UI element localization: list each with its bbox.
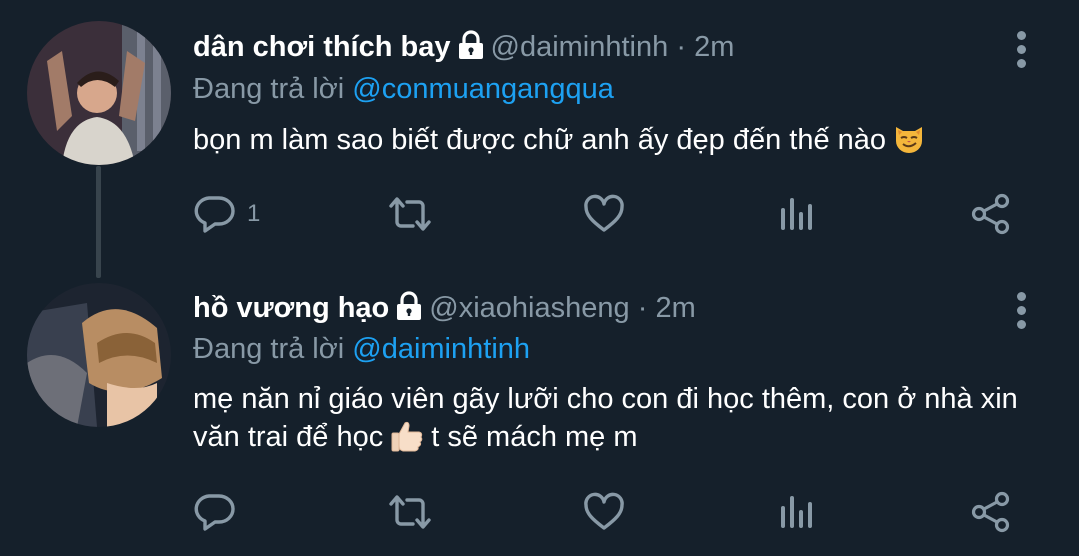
share-icon	[971, 193, 1010, 235]
more-vertical-icon[interactable]	[1012, 289, 1030, 329]
share-button[interactable]	[970, 189, 1012, 239]
tweet-text-part-1: bọn m làm sao biết được chữ anh ấy đẹp đ…	[193, 124, 887, 156]
share-button[interactable]	[970, 487, 1012, 537]
avatar-image	[27, 283, 171, 427]
retweet-icon	[389, 495, 431, 529]
timestamp[interactable]: 2m	[655, 292, 695, 324]
analytics-icon	[781, 198, 812, 230]
timestamp[interactable]: 2m	[694, 31, 734, 63]
tweet-actions	[0, 487, 1079, 537]
replying-to: Đang trả lời @conmuangangqua	[193, 71, 614, 107]
analytics-button[interactable]	[778, 189, 818, 239]
tweet-2[interactable]: hồ vương hạo @xiaohiasheng · 2m Đang trả …	[0, 280, 1079, 556]
lock-icon	[457, 30, 485, 69]
retweet-button[interactable]	[385, 487, 435, 537]
display-name[interactable]: dân chơi thích bay	[193, 31, 451, 63]
tweet-text-part-2: t sẽ mách mẹ m	[431, 421, 638, 453]
reply-button[interactable]	[193, 487, 247, 537]
username[interactable]: @xiaohiasheng	[429, 292, 629, 324]
smirking-cat-face-icon	[892, 121, 926, 165]
reply-icon	[194, 196, 235, 233]
tweet-text: mẹ năn nỉ giáo viên gãy lưỡi cho con đi …	[193, 381, 1033, 464]
display-name[interactable]: hồ vương hạo	[193, 292, 389, 324]
replying-prefix: Đang trả lời	[193, 333, 345, 365]
thumbs-up-icon	[389, 418, 425, 464]
tweet-actions: 1	[0, 189, 1079, 239]
tweet-header: hồ vương hạo @xiaohiasheng · 2m	[193, 290, 696, 330]
replying-prefix: Đang trả lời	[193, 73, 345, 105]
tweet-text: bọn m làm sao biết được chữ anh ấy đẹp đ…	[193, 121, 1033, 165]
separator-dot: ·	[637, 292, 648, 324]
retweet-icon	[389, 197, 431, 231]
reply-button[interactable]: 1	[193, 189, 260, 239]
share-icon	[971, 491, 1010, 533]
separator-dot: ·	[676, 31, 686, 63]
tweet-1[interactable]: dân chơi thích bay @daiminhtinh · 2m Đang…	[0, 0, 1079, 280]
analytics-button[interactable]	[778, 487, 818, 537]
more-vertical-icon[interactable]	[1012, 28, 1030, 68]
analytics-icon	[781, 496, 812, 528]
mention-link[interactable]: @daiminhtinh	[352, 333, 530, 365]
username[interactable]: @daiminhtinh	[491, 31, 669, 63]
lock-icon	[395, 291, 423, 330]
avatar-image	[27, 21, 171, 165]
reply-icon	[194, 494, 235, 531]
avatar[interactable]	[27, 283, 171, 427]
tweet-header: dân chơi thích bay @daiminhtinh · 2m	[193, 29, 734, 69]
heart-icon	[584, 492, 624, 530]
retweet-button[interactable]	[385, 189, 435, 239]
like-button[interactable]	[582, 189, 626, 239]
mention-link[interactable]: @conmuangangqua	[352, 73, 614, 105]
replying-to: Đang trả lời @daiminhtinh	[193, 331, 530, 367]
avatar[interactable]	[27, 21, 171, 165]
heart-icon	[584, 194, 624, 232]
reply-count: 1	[247, 200, 261, 227]
like-button[interactable]	[582, 487, 626, 537]
